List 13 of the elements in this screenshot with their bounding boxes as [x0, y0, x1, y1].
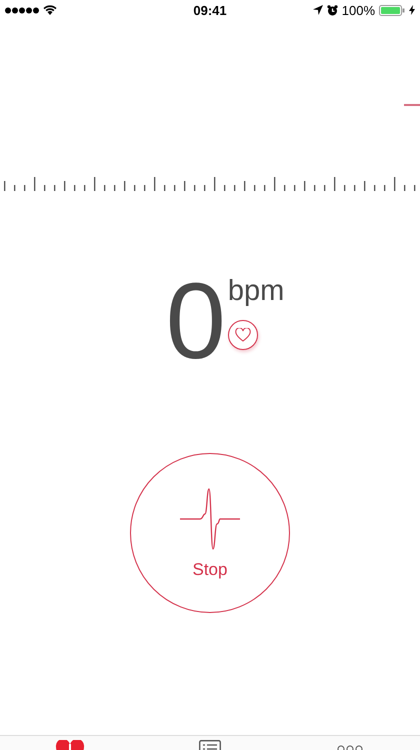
- charging-bolt-icon: [409, 5, 415, 15]
- wifi-icon: [43, 5, 57, 15]
- heart-button[interactable]: [228, 320, 258, 350]
- stop-button[interactable]: Stop: [130, 453, 290, 613]
- heart-icon: [234, 328, 251, 342]
- heart-rate-unit: bpm: [228, 277, 284, 306]
- location-arrow-icon: [312, 5, 323, 15]
- alarm-clock-icon: [326, 4, 338, 16]
- signal-icon: [5, 6, 39, 14]
- battery-percent: 100%: [342, 2, 375, 18]
- battery-icon: [379, 4, 405, 16]
- clock-time: 09:41: [193, 2, 227, 18]
- heart-rate-value: 0: [166, 267, 224, 367]
